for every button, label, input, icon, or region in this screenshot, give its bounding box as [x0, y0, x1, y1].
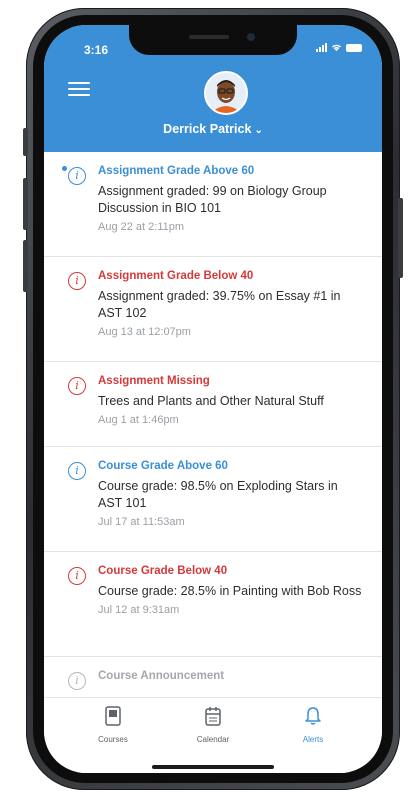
user-name: Derrick Patrick: [163, 122, 252, 136]
list-item[interactable]: i Course Grade Above 60 Course grade: 98…: [44, 447, 382, 552]
alert-title: Assignment Grade Above 60: [98, 165, 255, 177]
list-item[interactable]: i Course Grade Below 40 Course grade: 28…: [44, 552, 382, 657]
alert-title: Assignment Missing: [98, 375, 210, 387]
alert-time: Jul 17 at 11:53am: [98, 516, 185, 528]
alert-body: Course grade: 98.5% on Exploding Stars i…: [98, 479, 338, 510]
alert-title: Course Grade Above 60: [98, 460, 228, 472]
alert-title: Course Grade Below 40: [98, 565, 228, 577]
list-item[interactable]: i Assignment Grade Above 60 Assignment g…: [44, 152, 382, 257]
user-photo-icon: [206, 73, 246, 113]
chevron-down-icon: ⌄: [254, 125, 263, 136]
info-icon: i: [68, 167, 86, 185]
volume-down-button: [23, 240, 28, 292]
list-item[interactable]: i Assignment Missing Trees and Plants an…: [44, 362, 382, 447]
alert-body: Trees and Plants and Other Natural Stuff: [98, 394, 324, 408]
bell-icon: [305, 707, 321, 725]
tab-label: Alerts: [302, 735, 324, 744]
status-time: 3:16: [84, 43, 109, 57]
phone-notch: [129, 25, 297, 55]
battery-icon: [346, 43, 362, 52]
alert-time: Aug 13 at 12:07pm: [98, 326, 191, 338]
app-header: 3:16 Derrick Patrick ⌄: [44, 25, 382, 152]
avatar[interactable]: [204, 71, 248, 115]
info-icon: i: [68, 567, 86, 585]
alert-title: Assignment Grade Below 40: [98, 270, 254, 282]
alert-time: Aug 1 at 1:46pm: [98, 414, 179, 426]
info-icon: i: [68, 272, 86, 290]
status-icons: [316, 43, 362, 52]
list-item[interactable]: i Assignment Grade Below 40 Assignment g…: [44, 257, 382, 362]
alert-title: Course Announcement: [98, 670, 225, 682]
tab-label: Calendar: [196, 735, 230, 744]
alert-body: Course grade: 28.5% in Painting with Bob…: [98, 584, 362, 598]
info-icon: i: [68, 377, 86, 395]
tab-label: Courses: [98, 735, 128, 744]
alert-body: Assignment graded: 39.75% on Essay #1 in…: [98, 289, 341, 320]
alert-body: Assignment graded: 99 on Biology Group D…: [98, 184, 327, 215]
menu-icon[interactable]: [68, 82, 90, 100]
tab-bar: Courses Calendar Alerts: [44, 697, 382, 773]
speaker-grille: [189, 35, 229, 39]
info-icon: i: [68, 672, 86, 690]
signal-icon: [316, 43, 327, 52]
list-item[interactable]: i Course Announcement: [44, 657, 382, 697]
phone-screen: 3:16 Derrick Patrick ⌄ i Assignment Grad…: [44, 25, 382, 773]
user-switcher[interactable]: Derrick Patrick ⌄: [44, 122, 382, 136]
tab-calendar[interactable]: Calendar: [173, 706, 253, 744]
volume-up-button: [23, 178, 28, 230]
mute-switch: [23, 128, 28, 156]
alert-time: Aug 22 at 2:11pm: [98, 221, 185, 233]
alerts-list: i Assignment Grade Above 60 Assignment g…: [44, 152, 382, 697]
tab-courses[interactable]: Courses: [73, 706, 153, 744]
courses-icon: [105, 706, 121, 726]
unread-dot: [62, 166, 67, 171]
tab-alerts[interactable]: Alerts: [273, 706, 353, 744]
power-button: [398, 198, 403, 278]
wifi-icon: [331, 44, 342, 52]
front-camera: [247, 33, 255, 41]
calendar-icon: [205, 707, 221, 726]
alert-time: Jul 12 at 9:31am: [98, 604, 180, 616]
info-icon: i: [68, 462, 86, 480]
home-indicator[interactable]: [152, 765, 274, 769]
